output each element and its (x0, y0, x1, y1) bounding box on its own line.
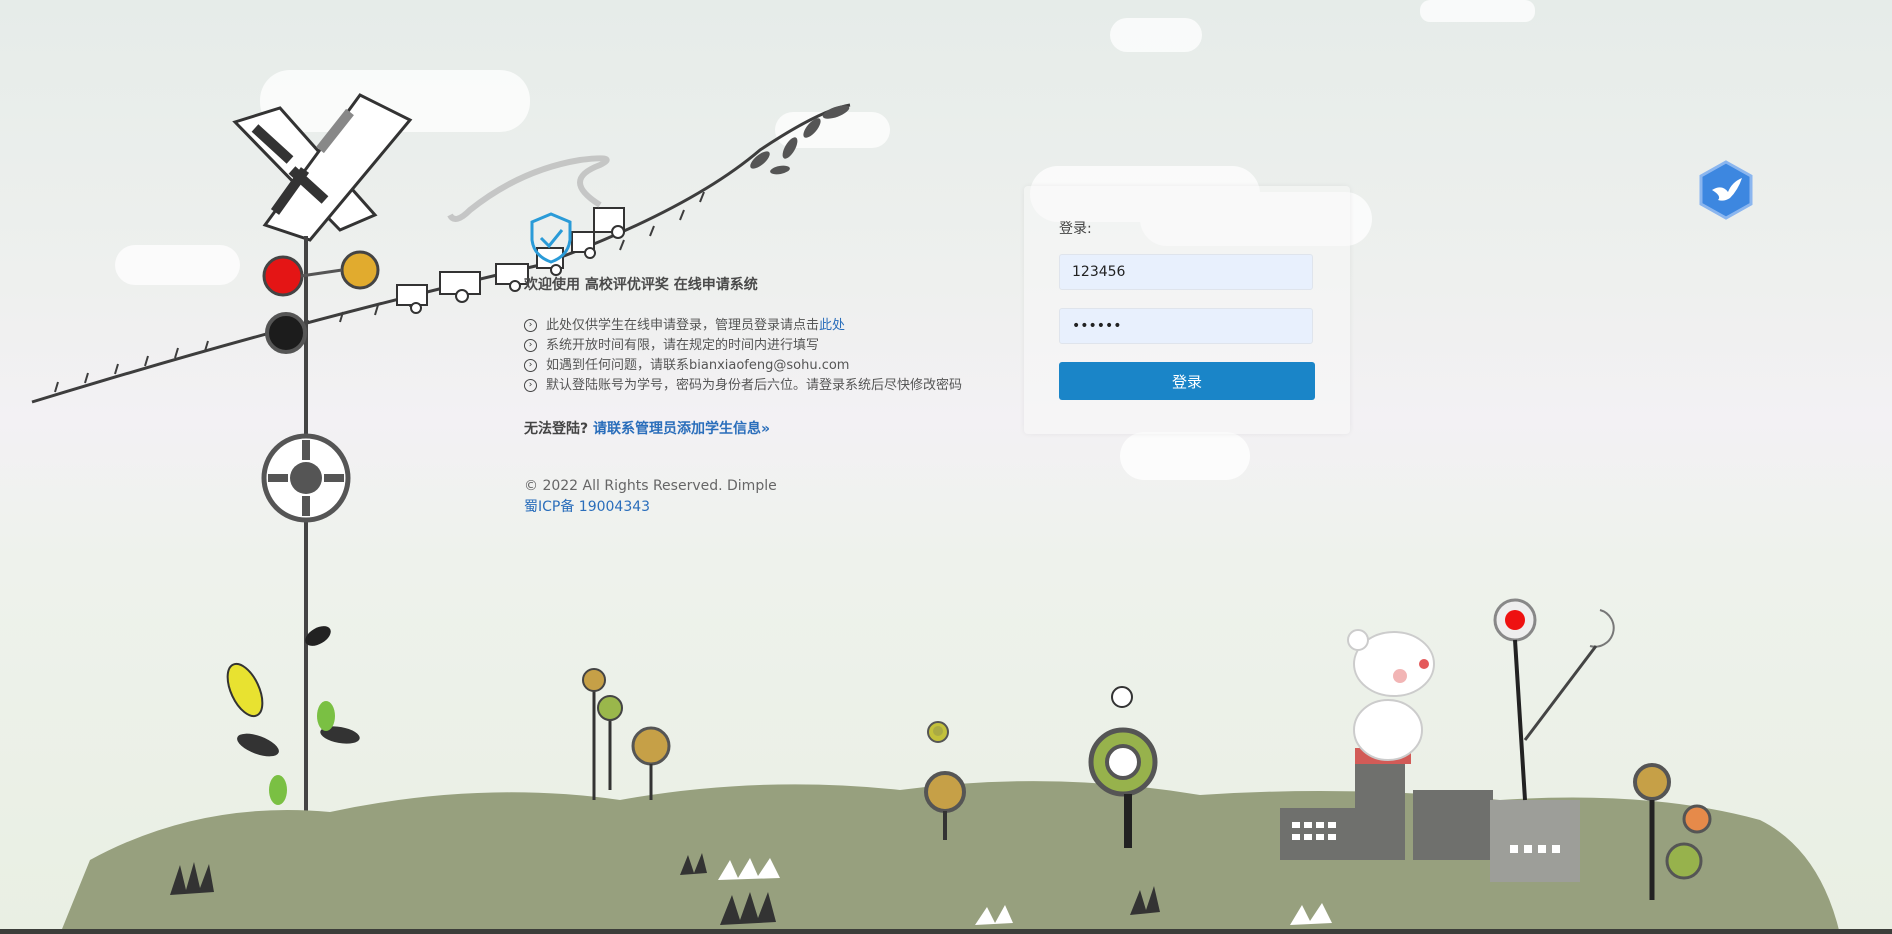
left-plant (226, 626, 360, 805)
sun-moon-flowers (1493, 598, 1615, 801)
polar-bear (1347, 629, 1435, 761)
note-text: 此处仅供学生在线申请登录，管理员登录请点击 (546, 318, 820, 333)
admin-login-link[interactable]: 此处 (819, 318, 845, 333)
wheel-flower (261, 433, 351, 523)
password-input[interactable] (1059, 308, 1313, 344)
login-panel: 登录: 登录 (1024, 186, 1350, 434)
note-text: 如遇到任何问题，请联系bianxiaofeng@sohu.com (546, 358, 850, 373)
bottom-bar (0, 929, 1892, 934)
circle-arrow-icon: › (524, 359, 537, 372)
login-button[interactable]: 登录 (1059, 362, 1315, 400)
note-text: 系统开放时间有限，请在规定的时间内进行填写 (546, 338, 820, 353)
login-title: 登录: (1059, 221, 1092, 237)
username-input[interactable] (1059, 254, 1313, 290)
info-panel: 欢迎使用 高校评优评奖 在线申请系统 › 此处仅供学生在线申请登录，管理员登录请… (524, 274, 994, 518)
signal-lights (262, 250, 380, 354)
circle-arrow-icon: › (524, 319, 537, 332)
copyright-text: © 2022 All Rights Reserved. Dimple (524, 478, 777, 494)
cannot-login-label: 无法登陆? (524, 421, 589, 437)
welcome-heading: 欢迎使用 高校评优评奖 在线申请系统 (524, 277, 758, 293)
notes-list: › 此处仅供学生在线申请登录，管理员登录请点击此处 › 系统开放时间有限，请在规… (524, 316, 994, 396)
icp-link[interactable]: 蜀ICP备 19004343 (524, 499, 650, 515)
note-item: › 如遇到任何问题，请联系bianxiaofeng@sohu.com (524, 356, 994, 376)
cannot-login-row: 无法登陆? 请联系管理员添加学生信息» (524, 418, 994, 438)
circle-arrow-icon: › (524, 379, 537, 392)
note-item: › 此处仅供学生在线申请登录，管理员登录请点击此处 (524, 316, 994, 336)
note-text: 默认登陆账号为学号，密码为身份者后六位。请登录系统后尽快修改密码 (546, 378, 963, 393)
contact-admin-link[interactable]: 请联系管理员添加学生信息» (593, 421, 770, 437)
note-item: › 系统开放时间有限，请在规定的时间内进行填写 (524, 336, 994, 356)
footer: © 2022 All Rights Reserved. Dimple 蜀ICP备… (524, 476, 994, 518)
train-smoke (447, 155, 610, 222)
note-item: › 默认登陆账号为学号，密码为身份者后六位。请登录系统后尽快修改密码 (524, 376, 994, 396)
bird-hexagon-icon (1699, 160, 1753, 220)
circle-arrow-icon: › (524, 339, 537, 352)
